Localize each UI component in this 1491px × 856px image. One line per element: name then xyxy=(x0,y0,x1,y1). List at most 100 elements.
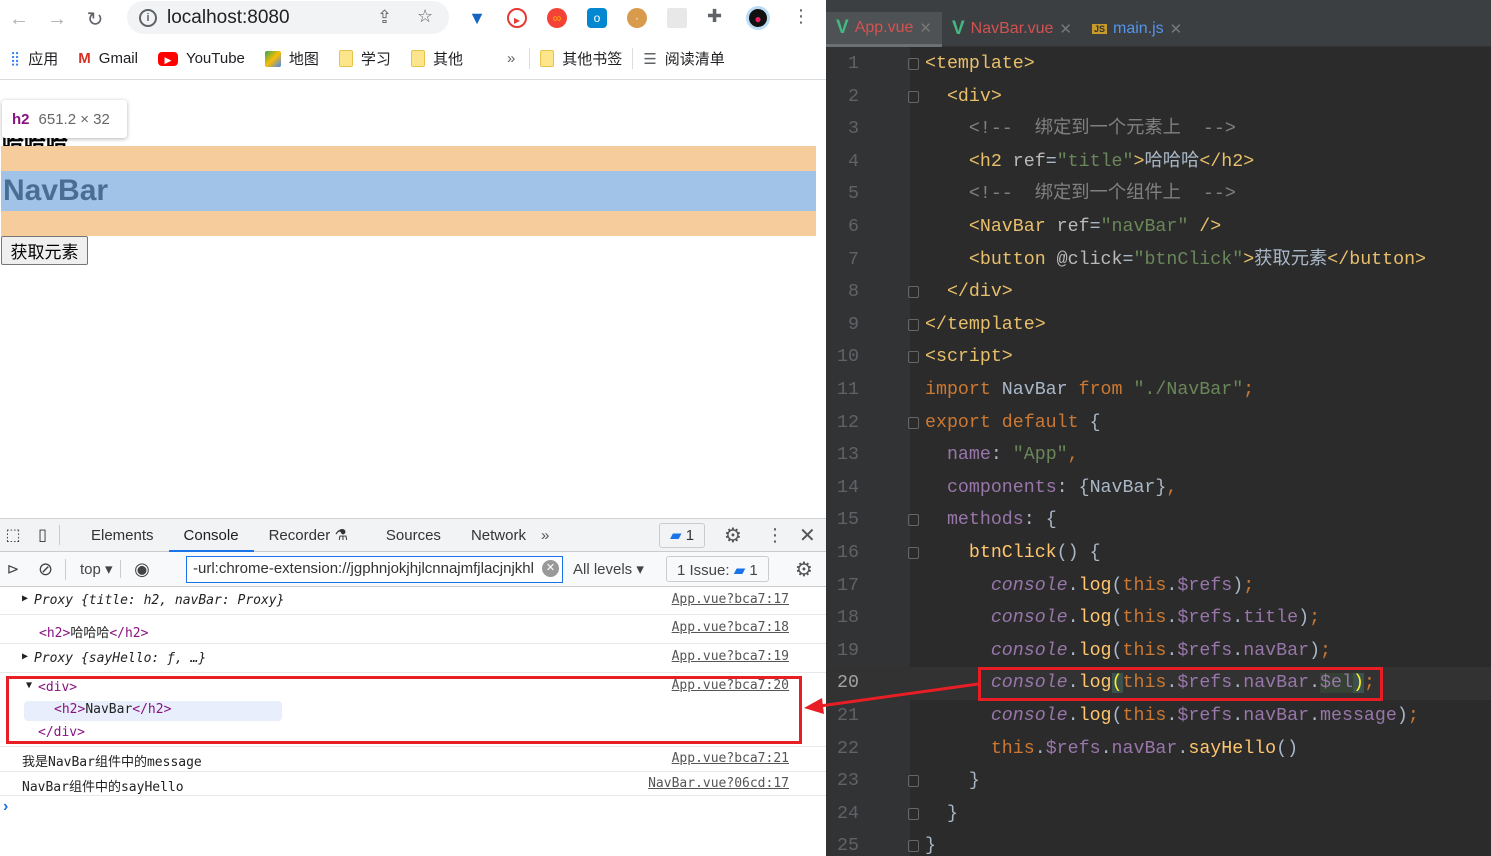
code-line[interactable]: 16 btnClick() { xyxy=(826,537,1491,570)
code-line[interactable]: 21 console.log(this.$refs.navBar.message… xyxy=(826,700,1491,733)
console-settings-icon[interactable]: ⚙ xyxy=(795,557,813,582)
fold-marker-icon[interactable] xyxy=(908,547,919,559)
expand-triangle-icon[interactable]: ▶ xyxy=(22,651,28,662)
reload-icon[interactable]: ↻ xyxy=(76,7,114,32)
code-line[interactable]: 11 import NavBar from "./NavBar"; xyxy=(826,374,1491,407)
console-message[interactable]: NavBar组件中的sayHello NavBar.vue?06cd:17 xyxy=(0,772,826,796)
source-link[interactable]: App.vue?bca7:21 xyxy=(672,751,789,766)
source-link[interactable]: App.vue?bca7:18 xyxy=(672,620,789,635)
source-link[interactable]: App.vue?bca7:17 xyxy=(672,592,789,607)
share-icon[interactable]: ⇪ xyxy=(377,7,392,28)
fold-marker-icon[interactable] xyxy=(908,514,919,527)
code-line[interactable]: 7 <button @click="btnClick">获取元素</button… xyxy=(826,244,1491,277)
code-line[interactable]: 18 console.log(this.$refs.title); xyxy=(826,602,1491,635)
url-text[interactable]: localhost:8080 xyxy=(167,7,290,29)
close-tab-icon[interactable]: ✕ xyxy=(1170,20,1183,38)
close-tab-icon[interactable]: ✕ xyxy=(919,19,932,37)
code-line[interactable]: 13 name: "App", xyxy=(826,439,1491,472)
console-message[interactable]: <h2>哈哈哈</h2> App.vue?bca7:18 xyxy=(0,615,826,644)
kebab-menu-icon[interactable]: ⋮ xyxy=(766,525,784,546)
context-select[interactable]: top ▾ xyxy=(66,560,121,578)
settings-gear-icon[interactable]: ⚙ xyxy=(724,523,742,548)
reading-list[interactable]: ☰ 阅读清单 xyxy=(632,48,725,69)
extension-icon[interactable]: ▸ xyxy=(507,8,527,28)
extensions-puzzle-icon[interactable]: ✚ xyxy=(707,6,722,27)
console-prompt[interactable]: › xyxy=(3,798,8,816)
clear-filter-icon[interactable]: ✕ xyxy=(542,560,559,577)
code-line[interactable]: 3 <!-- 绑定到一个元素上 --> xyxy=(826,113,1491,146)
bookmark-maps[interactable]: 地图 xyxy=(264,48,319,69)
extension-icon[interactable] xyxy=(667,8,687,28)
code-line[interactable]: 1 <template> xyxy=(826,48,1491,81)
bookmark-star-icon[interactable]: ☆ xyxy=(417,6,433,27)
code-line[interactable]: 10 <script> xyxy=(826,341,1491,374)
code-line[interactable]: 24 } xyxy=(826,798,1491,831)
code-line[interactable]: 9 </template> xyxy=(826,309,1491,342)
console-message[interactable]: 我是NavBar组件中的message App.vue?bca7:21 xyxy=(0,747,826,772)
code-line[interactable]: 14 components: {NavBar}, xyxy=(826,472,1491,505)
code-line[interactable]: 2 <div> xyxy=(826,81,1491,114)
bookmark-folder-other[interactable]: 其他 xyxy=(410,48,463,69)
fold-marker-icon[interactable] xyxy=(908,840,919,853)
tab-app-vue[interactable]: V App.vue ✕ xyxy=(826,11,942,47)
extension-icon[interactable]: ∞ xyxy=(547,8,567,28)
extension-icon[interactable]: ▼ xyxy=(467,8,487,28)
tab-main-js[interactable]: JS main.js ✕ xyxy=(1082,12,1192,47)
close-tab-icon[interactable]: ✕ xyxy=(1059,20,1072,38)
tab-recorder[interactable]: Recorder ⚗ xyxy=(254,519,363,552)
console-message[interactable]: ▶ Proxy {sayHello: ƒ, …} App.vue?bca7:19 xyxy=(0,644,826,673)
expand-triangle-icon[interactable]: ▶ xyxy=(22,593,28,604)
clear-console-icon[interactable]: ⊘ xyxy=(26,558,66,580)
get-element-button[interactable]: 获取元素 xyxy=(1,236,88,265)
menu-kebab-icon[interactable]: ⋮ xyxy=(792,6,810,27)
device-toolbar-icon[interactable]: ▯ xyxy=(26,525,60,545)
more-tabs-button[interactable]: » xyxy=(541,527,549,544)
extension-icon[interactable]: o xyxy=(587,8,607,28)
fold-marker-icon[interactable] xyxy=(908,351,919,364)
bookmarks-overflow-button[interactable]: » xyxy=(507,50,515,67)
issues-button[interactable]: 1 Issue: ▰ 1 xyxy=(666,556,769,582)
code-line[interactable]: 15 methods: { xyxy=(826,504,1491,537)
fold-marker-icon[interactable] xyxy=(908,90,919,103)
back-icon[interactable]: ← xyxy=(0,8,38,31)
code-line[interactable]: 19 console.log(this.$refs.navBar); xyxy=(826,635,1491,668)
tab-network[interactable]: Network xyxy=(456,519,541,552)
site-info-icon[interactable]: i xyxy=(139,8,157,27)
address-bar[interactable]: i localhost:8080 xyxy=(127,1,449,34)
bookmark-youtube[interactable]: ▶ YouTube xyxy=(157,50,245,67)
code-line[interactable]: 6 <NavBar ref="navBar" /> xyxy=(826,211,1491,244)
bookmark-folder-study[interactable]: 学习 xyxy=(338,48,391,69)
tab-elements[interactable]: Elements xyxy=(76,519,169,552)
console-message[interactable]: ▶ Proxy {title: h2, navBar: Proxy} App.v… xyxy=(0,587,826,615)
bookmark-gmail[interactable]: M Gmail xyxy=(78,50,138,67)
code-line[interactable]: 5 <!-- 绑定到一个组件上 --> xyxy=(826,178,1491,211)
forward-icon[interactable]: → xyxy=(38,8,76,31)
code-line[interactable]: 4 <h2 ref="title">哈哈哈</h2> xyxy=(826,146,1491,179)
fold-marker-icon[interactable] xyxy=(908,318,919,331)
code-line[interactable]: 12 export default { xyxy=(826,407,1491,440)
close-devtools-icon[interactable]: ✕ xyxy=(799,523,816,548)
cookie-extension-icon[interactable]: · xyxy=(627,8,647,28)
fold-marker-icon[interactable] xyxy=(908,775,919,788)
tab-console[interactable]: Console xyxy=(168,519,254,552)
tab-sources[interactable]: Sources xyxy=(371,519,456,552)
profile-avatar[interactable]: ● xyxy=(746,6,770,30)
code-line[interactable]: 17 console.log(this.$refs); xyxy=(826,570,1491,603)
sidebar-toggle-icon[interactable]: ⊳ xyxy=(0,560,26,578)
code-line[interactable]: 25} xyxy=(826,830,1491,856)
code-line[interactable]: 23 } xyxy=(826,765,1491,798)
code-line[interactable]: 8 </div> xyxy=(826,276,1491,309)
bookmark-apps[interactable]: ⣿ 应用 xyxy=(10,48,58,69)
inspect-element-icon[interactable]: ⬚ xyxy=(0,525,26,545)
fold-marker-icon[interactable] xyxy=(908,58,919,70)
fold-marker-icon[interactable] xyxy=(908,286,919,299)
source-link[interactable]: NavBar.vue?06cd:17 xyxy=(648,776,789,791)
log-levels-select[interactable]: All levels ▾ xyxy=(573,560,644,578)
fold-marker-icon[interactable] xyxy=(908,416,919,429)
tab-navbar-vue[interactable]: V NavBar.vue ✕ xyxy=(942,12,1082,47)
live-expression-eye-icon[interactable]: ◉ xyxy=(121,559,163,580)
messages-badge[interactable]: ▰ 1 xyxy=(659,523,705,548)
other-bookmarks[interactable]: 其他书签 xyxy=(529,48,622,69)
code-line[interactable]: 22 this.$refs.navBar.sayHello() xyxy=(826,733,1491,766)
source-link[interactable]: App.vue?bca7:19 xyxy=(672,649,789,664)
